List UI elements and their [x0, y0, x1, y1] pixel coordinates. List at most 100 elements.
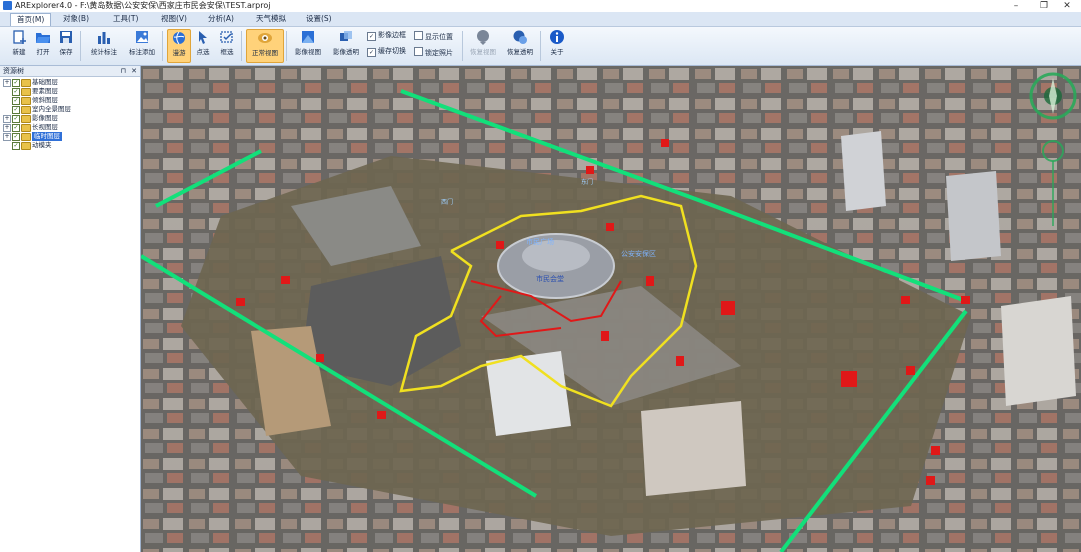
tree-item-image-layer[interactable]: + ✓ 影像图层 [0, 114, 140, 123]
checkbox-checked-icon: ✓ [367, 32, 376, 41]
scene-label: 市民广场 [526, 237, 554, 246]
menu-home[interactable]: 首页(M) [10, 13, 52, 26]
layers-transparent-icon [340, 31, 352, 41]
3d-map-viewport[interactable]: 市民广场 公安安保区 市民会堂 东门 西门 [141, 66, 1081, 552]
image-transparent-button[interactable]: 影像透明 [330, 29, 362, 61]
image-view-button[interactable]: 影像视图 [292, 29, 324, 61]
folder-icon [21, 133, 31, 141]
box-select-button[interactable]: 框选 [216, 29, 238, 61]
smooth-switch-checkbox[interactable]: ✓ 缓存切换 [367, 47, 406, 57]
restore-view-button[interactable]: 恢复视图 [467, 29, 499, 61]
folder-open-icon [36, 33, 50, 43]
expand-icon[interactable]: + [3, 124, 11, 132]
toolbar-separator [540, 31, 541, 61]
east-tower [1001, 296, 1076, 406]
layer-tree: + ✓ 基础图层 ✓ 要素图层 ✓ 倾斜图层 ✓ 室内全景图层 + ✓ 影像图层 + ✓ 长视图层… [0, 77, 140, 150]
checkbox-checked-icon[interactable]: ✓ [12, 97, 20, 105]
app-logo-icon [3, 1, 12, 10]
scene-label: 市民会堂 [536, 274, 564, 283]
folder-icon [21, 88, 31, 96]
add-marker-button[interactable]: 标注添加 [124, 29, 160, 61]
minimize-button[interactable]: – [1002, 0, 1030, 12]
info-icon [550, 30, 564, 44]
bar-chart-icon [98, 32, 110, 44]
checkbox-checked-icon[interactable]: ✓ [12, 79, 20, 87]
close-button[interactable]: ✕ [1053, 0, 1081, 12]
expand-icon[interactable]: + [3, 115, 11, 123]
checkbox-checked-icon[interactable]: ✓ [12, 124, 20, 132]
scene-label: 东门 [581, 178, 593, 186]
toolbar-separator [162, 31, 163, 61]
tree-item-temp-layer[interactable]: + ✓ 临时图层 [0, 132, 140, 141]
scene-label: 西门 [441, 198, 453, 206]
tree-item-indoor-panorama-layer[interactable]: ✓ 室内全景图层 [0, 105, 140, 114]
title-bar: ARExplorer4.0 - F:\黄岛数据\公安安保\西家庄市民会安保\TE… [0, 0, 1081, 12]
menu-bar: 首页(M) 对象(B) 工具(T) 视图(V) 分析(A) 天气模拟 设置(S) [0, 12, 1081, 27]
menu-analysis[interactable]: 分析(A) [202, 13, 240, 25]
expand-icon[interactable]: + [3, 79, 11, 87]
cursor-arrow-icon [199, 31, 207, 44]
checkbox-empty-icon [414, 47, 423, 56]
hospital-building [641, 401, 746, 496]
checkbox-empty-icon [414, 31, 423, 40]
toolbar-separator [241, 31, 242, 61]
toolbar-separator [80, 31, 81, 61]
box-select-icon [220, 31, 233, 43]
lock-photo-checkbox[interactable]: 锁定照片 [414, 47, 453, 58]
3d-city-scene[interactable]: 市民广场 公安安保区 市民会堂 东门 西门 [141, 66, 1081, 552]
toolbar-separator [462, 31, 463, 61]
folder-icon [21, 115, 31, 123]
tree-item-feature-layer[interactable]: ✓ 要素图层 [0, 87, 140, 96]
checkbox-checked-icon: ✓ [367, 48, 376, 57]
open-button[interactable]: 打开 [32, 29, 54, 61]
pick-button[interactable]: 点选 [192, 29, 214, 61]
scene-label: 公安安保区 [621, 249, 656, 258]
checkbox-checked-icon[interactable]: ✓ [12, 88, 20, 96]
ribbon-toolbar: 新建 打开 保存 统计标注 标注添加 漫游 点选 框选 正常视图 影像视图 影像… [0, 27, 1081, 66]
checkbox-checked-icon[interactable]: ✓ [12, 106, 20, 114]
checkbox-checked-icon[interactable]: ✓ [12, 115, 20, 123]
panel-close-icon[interactable]: ✕ [131, 66, 137, 76]
image-edge-checkbox[interactable]: ✓ 影像边框 [367, 31, 406, 41]
folder-icon [21, 142, 31, 150]
folder-icon [21, 106, 31, 114]
tree-item-long-view-layer[interactable]: + ✓ 长视图层 [0, 123, 140, 132]
folder-icon [21, 97, 31, 105]
normal-view-button[interactable]: 正常视图 [246, 29, 284, 63]
image-marker-icon [136, 31, 148, 43]
show-position-checkbox[interactable]: 显示位置 [414, 31, 453, 42]
office-building [486, 351, 571, 436]
browse-button[interactable]: 漫游 [167, 29, 191, 63]
window-title: ARExplorer4.0 - F:\黄岛数据\公安安保\西家庄市民会安保\TE… [15, 1, 271, 10]
resource-tree-panel: 资源树 ⊓ ✕ + ✓ 基础图层 ✓ 要素图层 ✓ 倾斜图层 ✓ 室内全景图层 + ✓ 影像图… [0, 66, 141, 552]
tree-item-base-layer[interactable]: + ✓ 基础图层 [0, 78, 140, 87]
about-button[interactable]: 关于 [545, 29, 569, 61]
menu-object[interactable]: 对象(B) [57, 13, 95, 25]
pin-icon[interactable]: ⊓ [121, 66, 126, 76]
toolbar-separator [286, 31, 287, 61]
restore-transparent-button[interactable]: 恢复透明 [504, 29, 536, 61]
image-view-icon [302, 31, 314, 43]
menu-settings[interactable]: 设置(S) [300, 13, 338, 25]
tree-item-oblique-layer[interactable]: ✓ 倾斜图层 [0, 96, 140, 105]
north-east-tower [946, 171, 1001, 261]
panel-title: 资源树 [3, 67, 24, 75]
expand-icon[interactable]: + [3, 133, 11, 141]
tree-item-animation-folder[interactable]: ✓ 动模夹 [0, 141, 140, 150]
save-button[interactable]: 保存 [55, 29, 77, 61]
eye-view-icon [258, 33, 272, 43]
north-tower [841, 131, 886, 211]
restore-view-icon [477, 30, 489, 45]
folder-icon [21, 124, 31, 132]
new-file-icon [13, 30, 26, 44]
menu-view[interactable]: 视图(V) [155, 13, 193, 25]
panel-header: 资源树 ⊓ ✕ [0, 66, 140, 77]
restore-transparent-icon [513, 30, 527, 44]
new-button[interactable]: 新建 [6, 29, 32, 61]
floppy-save-icon [60, 31, 72, 43]
checkbox-checked-icon[interactable]: ✓ [12, 133, 20, 141]
menu-weather[interactable]: 天气模拟 [250, 13, 292, 25]
chart-marks-button[interactable]: 统计标注 [86, 29, 122, 61]
checkbox-checked-icon[interactable]: ✓ [12, 142, 20, 150]
menu-tools[interactable]: 工具(T) [107, 13, 144, 25]
